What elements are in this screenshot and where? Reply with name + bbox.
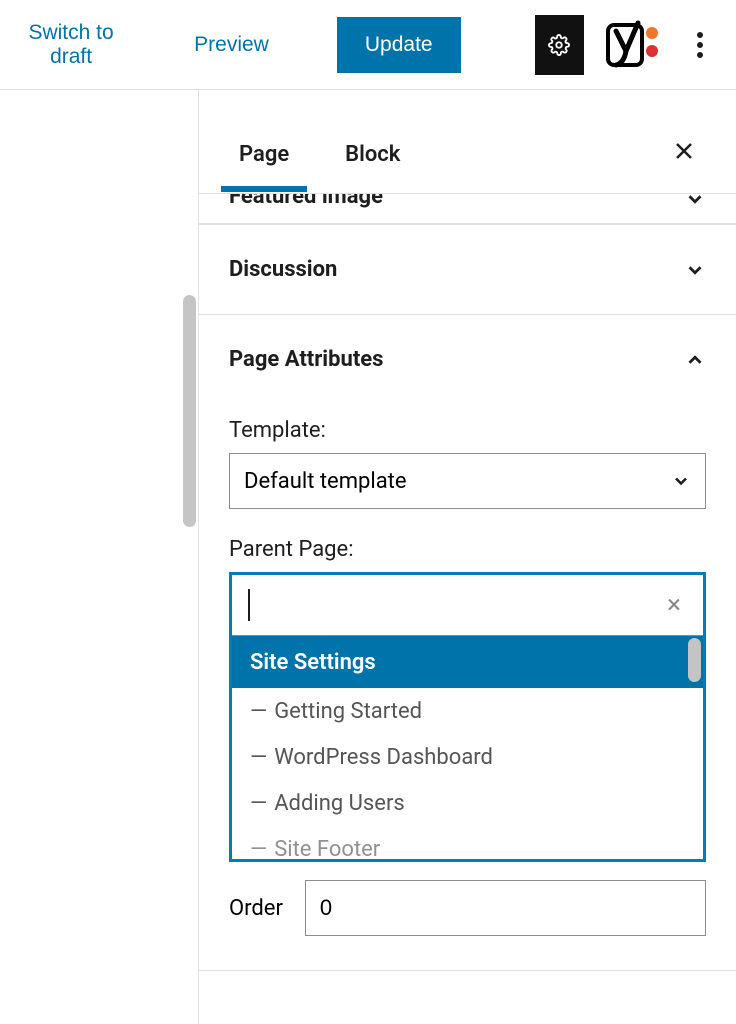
featured-image-panel-header[interactable]: Featured image [199,194,736,224]
template-select[interactable]: Default template [229,453,706,509]
clear-icon[interactable]: × [659,586,689,624]
yoast-seo-icon[interactable] [606,15,658,75]
parent-page-options-list: Site Settings — Getting Started — WordPr… [232,635,703,859]
editor-canvas-placeholder [0,90,180,1024]
panel-title: Page Attributes [229,347,684,372]
parent-page-search-input[interactable]: × [232,575,703,635]
option-label: Getting Started [274,699,422,724]
template-select-value: Default template [244,469,407,494]
order-label: Order [229,896,283,921]
switch-to-draft-button[interactable]: Switch to draft [16,21,126,69]
parent-option[interactable]: — WordPress Dashboard [232,734,703,780]
page-attributes-panel-header[interactable]: Page Attributes [199,314,736,404]
chevron-down-icon [684,259,706,281]
close-icon [672,139,696,163]
parent-page-combobox: × Site Settings — Getting Started — [229,572,706,862]
order-input[interactable] [305,880,706,936]
option-label: WordPress Dashboard [274,745,493,770]
more-options-button[interactable] [680,21,720,69]
parent-option[interactable]: — Adding Users [232,780,703,826]
options-scrollbar-thumb[interactable] [688,638,701,682]
kebab-icon [697,28,703,62]
parent-option-selected[interactable]: Site Settings [232,636,703,688]
parent-option[interactable]: — Getting Started [232,688,703,734]
option-label: Site Footer [274,837,380,860]
chevron-up-icon [684,349,706,371]
chevron-down-icon [671,471,691,491]
panel-title: Discussion [229,257,684,282]
text-cursor [248,589,250,621]
discussion-panel-header[interactable]: Discussion [199,224,736,314]
tab-block[interactable]: Block [335,142,410,167]
update-button[interactable]: Update [337,17,461,73]
parent-page-label: Parent Page: [229,537,706,562]
close-sidebar-button[interactable] [662,133,706,176]
parent-option[interactable]: — Site Footer [232,826,703,859]
option-label: Site Settings [250,650,376,675]
page-attributes-panel-body: Template: Default template Parent Page: … [199,418,736,966]
sidebar-tabs: Page Block [199,116,736,194]
preview-button[interactable]: Preview [194,33,269,57]
tab-page[interactable]: Page [229,142,299,167]
sidebar-scrollbar-track[interactable] [180,90,198,1024]
settings-gear-icon[interactable] [535,15,585,75]
option-label: Adding Users [274,791,405,816]
editor-toolbar: Switch to draft Preview Update [0,0,736,90]
template-label: Template: [229,418,706,443]
sidebar-scrollbar-thumb[interactable] [183,295,196,527]
settings-sidebar: Featured image Discussion Page Attribute… [198,90,736,1024]
